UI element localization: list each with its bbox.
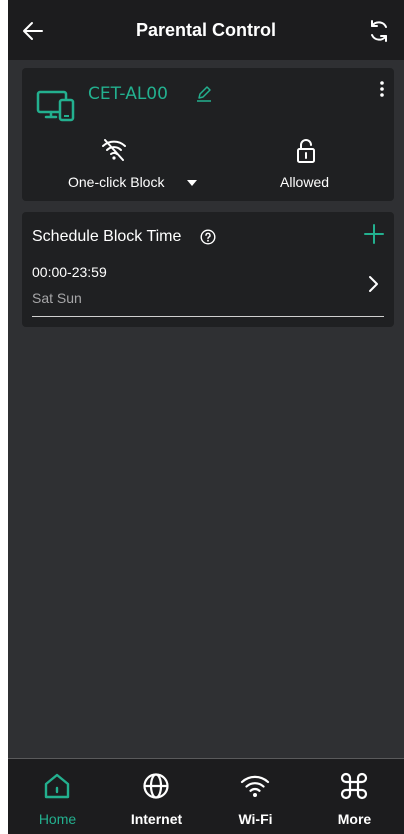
- device-card: CET-AL00 One-click Block Allowed: [22, 68, 394, 201]
- edit-pencil-icon[interactable]: [195, 84, 213, 102]
- tab-more-label: More: [337, 811, 372, 827]
- tab-internet[interactable]: Internet: [107, 759, 206, 834]
- globe-icon: [143, 773, 169, 799]
- schedule-days: Sat Sun: [32, 290, 82, 306]
- chevron-right-icon[interactable]: [368, 274, 380, 294]
- help-circle-icon[interactable]: [200, 229, 216, 245]
- top-bar: Parental Control: [8, 0, 404, 60]
- tab-internet-label: Internet: [130, 811, 183, 827]
- command-icon: [340, 772, 368, 800]
- wifi-icon: [240, 775, 270, 797]
- refresh-icon[interactable]: [366, 18, 392, 44]
- schedule-card: Schedule Block Time 00:00-23:59 Sat Sun: [22, 212, 394, 327]
- wifi-off-icon[interactable]: [101, 139, 127, 161]
- devices-icon: [36, 90, 75, 122]
- more-vertical-icon[interactable]: [374, 78, 390, 102]
- home-icon: [44, 773, 70, 799]
- tab-more[interactable]: More: [305, 759, 404, 834]
- access-status: Allowed: [280, 174, 330, 190]
- one-click-block-button[interactable]: One-click Block: [68, 174, 164, 190]
- schedule-time: 00:00-23:59: [32, 264, 107, 280]
- schedule-title: Schedule Block Time: [32, 228, 182, 245]
- page-title: Parental Control: [135, 20, 277, 40]
- bottom-tab-bar: Home Internet Wi-Fi More: [8, 758, 404, 834]
- tab-wifi-label: Wi-Fi: [238, 811, 273, 827]
- tab-home-label: Home: [38, 811, 77, 827]
- unlock-icon: [297, 139, 315, 163]
- tab-home[interactable]: Home: [8, 759, 107, 834]
- divider: [32, 316, 384, 317]
- schedule-item[interactable]: 00:00-23:59 Sat Sun: [32, 258, 384, 318]
- device-name: CET-AL00: [88, 84, 168, 104]
- dropdown-arrow-icon[interactable]: [187, 180, 197, 186]
- tab-wifi[interactable]: Wi-Fi: [206, 759, 305, 834]
- app-screen: Parental Control CET-AL00 One-click Bloc…: [8, 0, 404, 834]
- plus-icon[interactable]: [364, 224, 384, 244]
